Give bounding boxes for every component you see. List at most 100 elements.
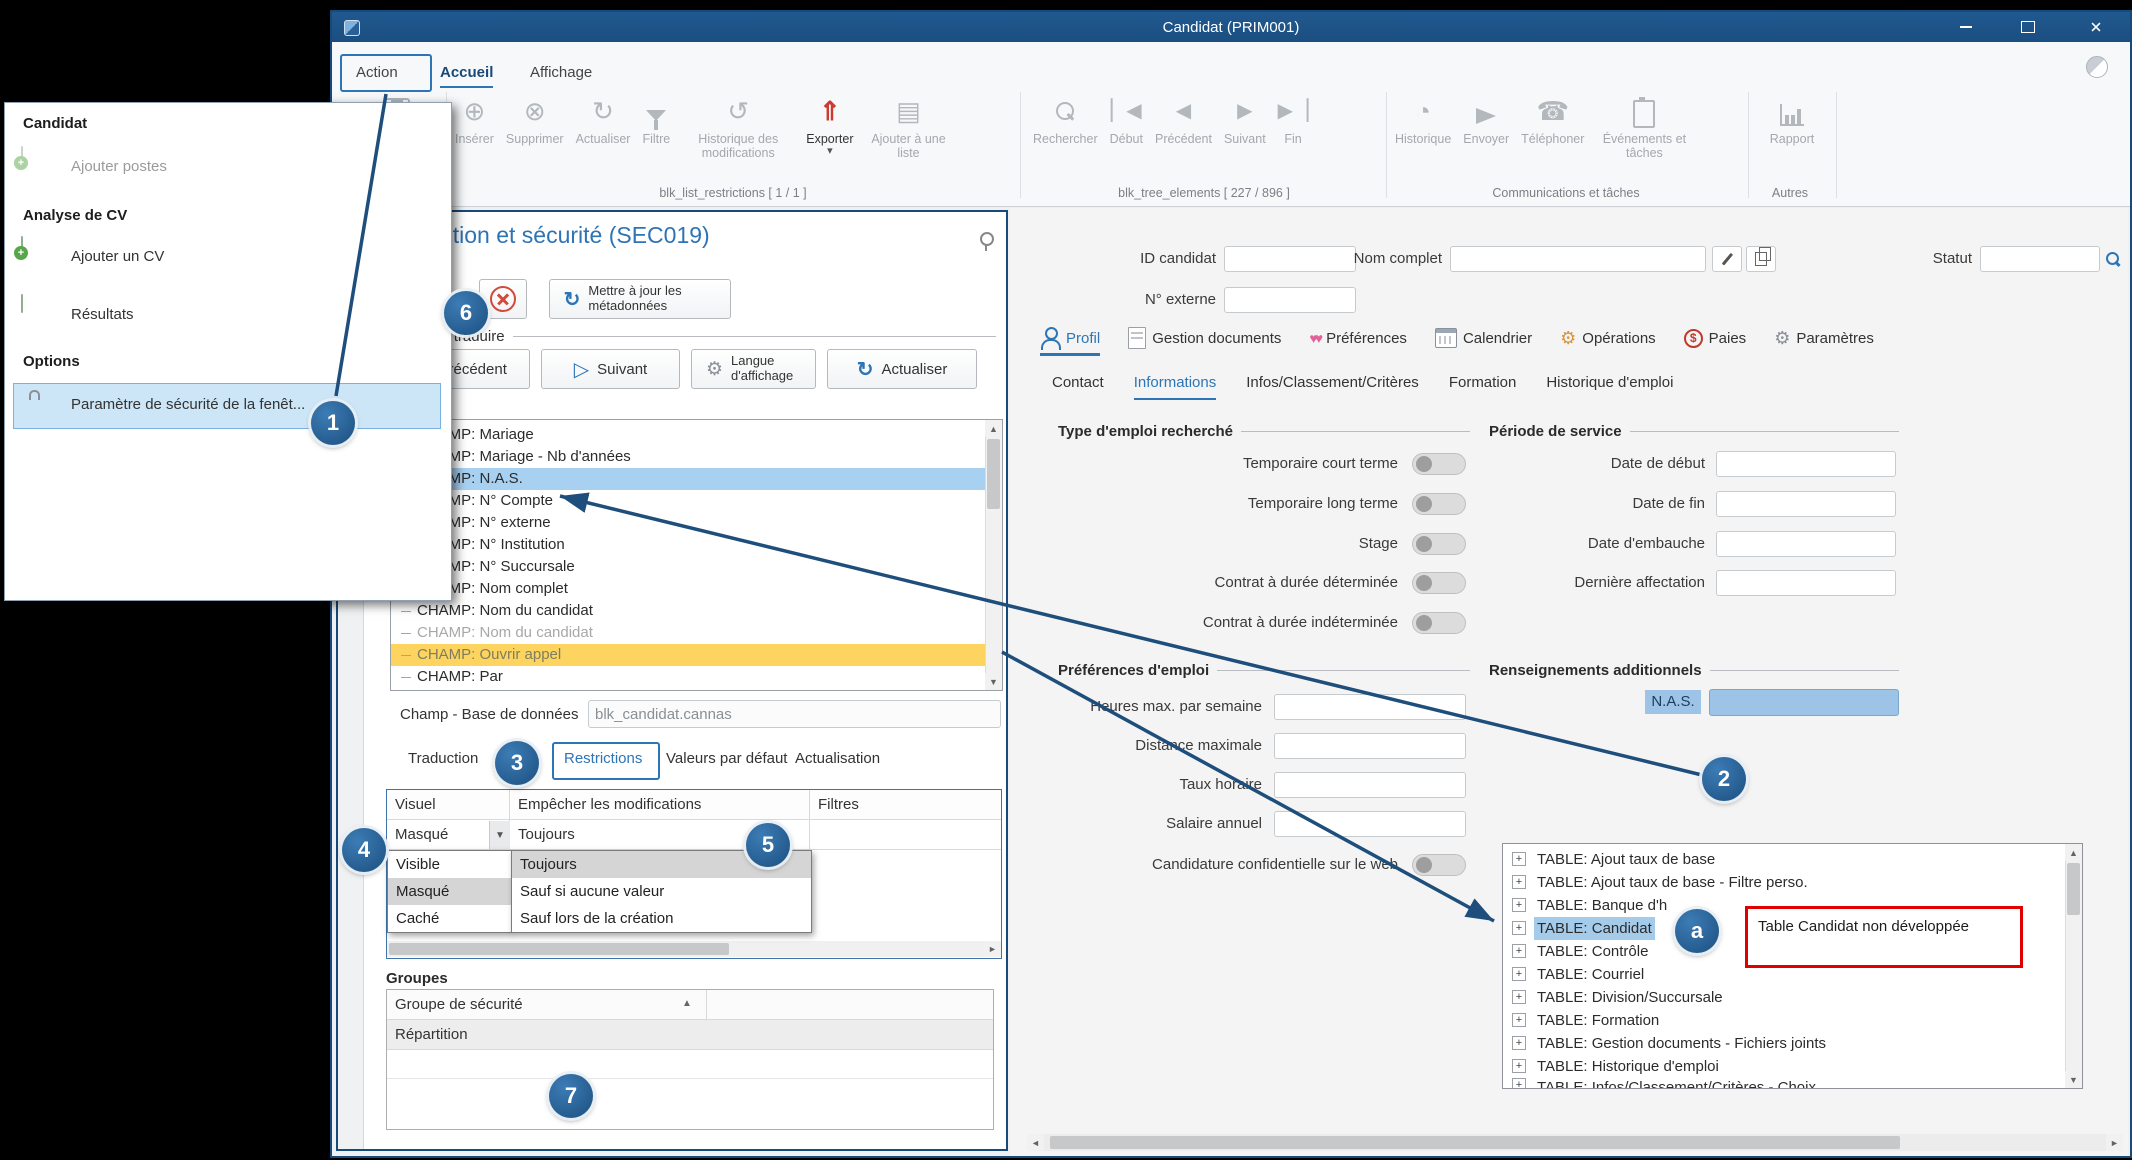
update-metadata-button[interactable]: ↻ Mettre à jour les métadonnées: [549, 279, 731, 319]
taux-horaire-input[interactable]: [1274, 772, 1466, 798]
next-element-button[interactable]: ▷Suivant: [541, 349, 680, 389]
menu-item-ajouter-cv[interactable]: Ajouter un CV: [71, 248, 164, 265]
tree-row[interactable]: TABLE: Gestion documents - Fichiers join…: [1504, 1032, 2064, 1055]
toggle-stage[interactable]: [1412, 533, 1466, 555]
modification-history-button[interactable]: Historique des modifications: [679, 90, 797, 163]
tab-calendrier[interactable]: Calendrier: [1435, 323, 1532, 353]
subtab-contact[interactable]: Contact: [1052, 372, 1104, 398]
date-debut-input[interactable]: [1716, 451, 1896, 477]
scroll-down-icon[interactable]: [2065, 1071, 2082, 1088]
display-language-button[interactable]: ⚙Langue d'affichage: [691, 349, 816, 389]
db-field-input[interactable]: [588, 700, 1001, 728]
edit-name-button[interactable]: [1712, 246, 1742, 272]
tree-row[interactable]: TABLE: Division/Succursale: [1504, 986, 2064, 1009]
expand-icon[interactable]: [1512, 990, 1526, 1004]
phone-button[interactable]: Téléphoner: [1518, 90, 1587, 148]
distance-max-input[interactable]: [1274, 733, 1466, 759]
statut-input[interactable]: [1980, 246, 2100, 272]
subtab-formation[interactable]: Formation: [1449, 372, 1517, 398]
grid-header-visuel[interactable]: Visuel: [387, 790, 510, 820]
scroll-up-icon[interactable]: [985, 420, 1002, 437]
historique-button[interactable]: Historique: [1392, 90, 1454, 148]
menu-item-ajouter-postes[interactable]: Ajouter postes: [71, 158, 167, 175]
list-item[interactable]: CHAMP: Mariage: [391, 424, 985, 446]
refresh-button[interactable]: Actualiser: [573, 90, 634, 148]
dropdown-option[interactable]: Sauf lors de la création: [512, 905, 811, 932]
insert-button[interactable]: Insérer: [452, 90, 497, 148]
tab-preferences[interactable]: ♥♥Préférences: [1309, 323, 1407, 353]
copy-name-button[interactable]: [1746, 246, 1776, 272]
expand-icon[interactable]: [1512, 944, 1526, 958]
subtab-historique-emploi[interactable]: Historique d'emploi: [1546, 372, 1673, 398]
scroll-right-icon[interactable]: [2106, 1134, 2123, 1151]
pin-icon[interactable]: [980, 232, 994, 246]
expand-icon[interactable]: [1512, 1036, 1526, 1050]
tab-paies[interactable]: Paies: [1684, 323, 1747, 353]
date-fin-input[interactable]: [1716, 491, 1896, 517]
expand-icon[interactable]: [1512, 1059, 1526, 1073]
toggle-cdd[interactable]: [1412, 572, 1466, 594]
tab-traduction[interactable]: Traduction: [408, 744, 478, 774]
scroll-left-icon[interactable]: [1027, 1134, 1044, 1151]
list-item-disabled[interactable]: CHAMP: Nom du candidat: [391, 622, 985, 644]
titlebar[interactable]: Candidat (PRIM001): [332, 12, 2130, 42]
expand-icon[interactable]: [1512, 1078, 1526, 1088]
tree-row[interactable]: TABLE: Ajout taux de base: [1504, 848, 2064, 871]
previous-button[interactable]: Précédent: [1152, 90, 1215, 148]
tree-row[interactable]: TABLE: Historique d'emploi: [1504, 1055, 2064, 1078]
tab-parametres[interactable]: ⚙Paramètres: [1774, 323, 1874, 353]
scrollbar-thumb[interactable]: [987, 439, 1000, 509]
tab-valeurs-par-defaut[interactable]: Valeurs par défaut: [666, 744, 787, 774]
heures-max-input[interactable]: [1274, 694, 1466, 720]
subtab-informations[interactable]: Informations: [1134, 372, 1217, 400]
tree-row[interactable]: TABLE: Ajout taux de base - Filtre perso…: [1504, 871, 2064, 894]
menu-item-resultats[interactable]: Résultats: [71, 306, 134, 323]
add-to-list-button[interactable]: Ajouter à une liste: [863, 90, 955, 163]
tab-operations[interactable]: ⚙Opérations: [1560, 323, 1656, 353]
grid-scroll-right-icon[interactable]: [984, 941, 1001, 957]
groupes-header-empty[interactable]: [707, 990, 993, 1020]
nas-input[interactable]: [1709, 689, 1899, 716]
grid-header-filtres[interactable]: Filtres: [810, 790, 1001, 820]
toggle-temporaire-long[interactable]: [1412, 493, 1466, 515]
scrollbar-thumb[interactable]: [2067, 863, 2080, 915]
tab-gestion-documents[interactable]: Gestion documents: [1128, 323, 1281, 353]
tab-affichage[interactable]: Affichage: [530, 60, 592, 86]
export-button[interactable]: Exporter▾: [803, 90, 856, 158]
list-item[interactable]: CHAMP: N° Institution: [391, 534, 985, 556]
grid-hscrollbar-thumb[interactable]: [389, 943, 729, 955]
groupes-row[interactable]: Répartition: [387, 1020, 993, 1050]
tab-accueil[interactable]: Accueil: [440, 60, 493, 88]
expand-icon[interactable]: [1512, 898, 1526, 912]
filter-button[interactable]: Filtre: [639, 90, 673, 148]
date-embauche-input[interactable]: [1716, 531, 1896, 557]
toggle-confidential[interactable]: [1412, 854, 1466, 876]
send-button[interactable]: Envoyer: [1460, 90, 1512, 148]
scroll-up-icon[interactable]: [2065, 844, 2082, 861]
dropdown-option[interactable]: Sauf si aucune valeur: [512, 878, 811, 905]
dropdown-option[interactable]: Visible: [388, 851, 511, 878]
expand-icon[interactable]: [1512, 1013, 1526, 1027]
expand-icon[interactable]: [1512, 921, 1526, 935]
first-button[interactable]: Début: [1107, 90, 1146, 148]
report-button[interactable]: Rapport: [1767, 90, 1817, 148]
dropdown-option-selected[interactable]: Masqué: [388, 878, 511, 905]
list-item-selected[interactable]: CHAMP: N.A.S.: [391, 468, 985, 490]
subtab-infos-classement[interactable]: Infos/Classement/Critères: [1246, 372, 1419, 398]
refresh-element-button[interactable]: ↻Actualiser: [827, 349, 977, 389]
derniere-affectation-input[interactable]: [1716, 570, 1896, 596]
list-item[interactable]: CHAMP: N° externe: [391, 512, 985, 534]
toggle-temporaire-court[interactable]: [1412, 453, 1466, 475]
next-button[interactable]: Suivant: [1221, 90, 1269, 148]
expand-icon[interactable]: [1512, 852, 1526, 866]
last-button[interactable]: Fin: [1275, 90, 1312, 148]
grid-header-empecher[interactable]: Empêcher les modifications: [510, 790, 810, 820]
delete-button[interactable]: Supprimer: [503, 90, 567, 148]
tab-actualisation[interactable]: Actualisation: [795, 744, 880, 774]
externe-input[interactable]: [1224, 287, 1356, 313]
close-button[interactable]: [2068, 12, 2124, 42]
search-button[interactable]: Rechercher: [1030, 90, 1101, 148]
list-item[interactable]: CHAMP: Par: [391, 666, 985, 688]
dropdown-option[interactable]: Caché: [388, 905, 511, 932]
expand-icon[interactable]: [1512, 875, 1526, 889]
